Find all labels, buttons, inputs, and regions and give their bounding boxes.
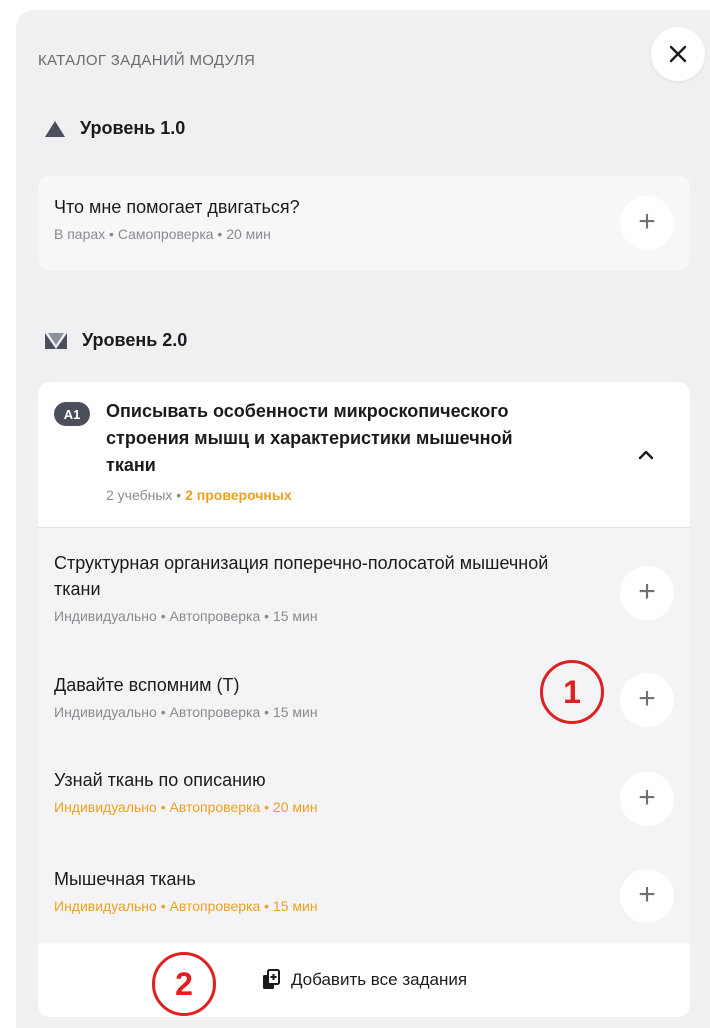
- plus-icon: +: [638, 878, 656, 911]
- list-item: Структурная организация поперечно-полоса…: [54, 550, 594, 624]
- objective-meta: 2 учебных • 2 проверочных: [106, 487, 292, 503]
- task-title: Давайте вспомним (Т): [54, 675, 240, 695]
- objective-title: Описывать особенности микроскопического …: [106, 401, 513, 475]
- task-meta: Индивидуально • Автопроверка • 15 мин: [54, 898, 318, 914]
- close-icon: [669, 45, 687, 63]
- level-1-header: Уровень 1.0: [44, 118, 185, 139]
- task-title: Узнай ткань по описанию: [54, 770, 266, 790]
- chevron-up-icon: [638, 450, 654, 460]
- objective-badge: А1: [54, 402, 90, 426]
- copy-add-icon: [262, 969, 280, 989]
- close-button[interactable]: [651, 27, 705, 81]
- add-task-button[interactable]: +: [620, 869, 674, 923]
- task-meta: Индивидуально • Автопроверка • 20 мин: [54, 799, 318, 815]
- add-task-button[interactable]: +: [620, 772, 674, 826]
- level-2-header: Уровень 2.0: [44, 330, 187, 351]
- level-2-label: Уровень 2.0: [82, 330, 188, 350]
- plus-icon: +: [638, 205, 656, 238]
- objective-learning-count: 2 учебных: [106, 487, 173, 503]
- list-item: Узнай ткань по описанию Индивидуально • …: [54, 767, 594, 815]
- objective-check-count: 2 проверочных: [185, 487, 292, 503]
- level-1-label: Уровень 1.0: [80, 118, 186, 138]
- triangle-level-icon: [45, 120, 65, 137]
- panel-title: КАТАЛОГ ЗАДАНИЙ МОДУЛЯ: [38, 52, 256, 69]
- task-title: Что мне помогает двигаться?: [54, 197, 300, 217]
- add-task-button[interactable]: +: [620, 566, 674, 620]
- annotation-marker-2: 2: [152, 952, 216, 1016]
- task-meta: Индивидуально • Автопроверка • 15 мин: [54, 704, 318, 720]
- plus-icon: +: [638, 781, 656, 814]
- add-task-button[interactable]: +: [620, 196, 674, 250]
- task-title: Мышечная ткань: [54, 869, 196, 889]
- double-triangle-level-icon: [45, 332, 67, 349]
- meta-separator: •: [172, 487, 186, 503]
- task-item: Что мне помогает двигаться? В парах • Са…: [54, 194, 594, 242]
- annotation-marker-1: 1: [540, 660, 604, 724]
- task-meta: В парах • Самопроверка • 20 мин: [54, 226, 271, 242]
- list-item: Мышечная ткань Индивидуально • Автопрове…: [54, 866, 594, 914]
- add-all-tasks-button[interactable]: Добавить все задания: [38, 943, 690, 1017]
- plus-icon: +: [638, 682, 656, 715]
- plus-icon: +: [638, 575, 656, 608]
- list-item: Давайте вспомним (Т) Индивидуально • Авт…: [54, 672, 594, 720]
- task-title: Структурная организация поперечно-полоса…: [54, 553, 549, 599]
- collapse-button[interactable]: [626, 440, 666, 470]
- task-meta: Индивидуально • Автопроверка • 15 мин: [54, 608, 318, 624]
- add-all-label: Добавить все задания: [290, 970, 468, 989]
- add-task-button[interactable]: +: [620, 673, 674, 727]
